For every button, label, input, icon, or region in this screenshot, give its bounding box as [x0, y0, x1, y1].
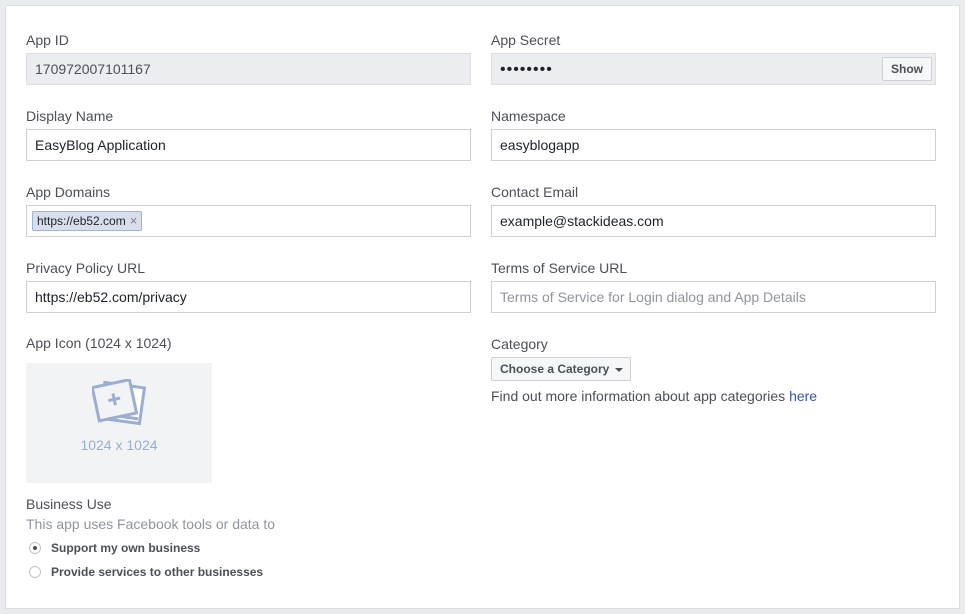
- app-secret-value: ••••••••: [500, 61, 553, 78]
- contact-email-value: example@stackideas.com: [500, 213, 664, 229]
- privacy-policy-input[interactable]: https://eb52.com/privacy: [26, 281, 471, 313]
- privacy-policy-label: Privacy Policy URL: [26, 260, 146, 276]
- radio-label: Provide services to other businesses: [51, 565, 264, 579]
- contact-email-label: Contact Email: [491, 184, 579, 200]
- namespace-input[interactable]: easyblogapp: [491, 129, 936, 161]
- business-use-description: This app uses Facebook tools or data to: [26, 516, 276, 532]
- app-domains-input[interactable]: https://eb52.com ×: [26, 205, 471, 237]
- business-use-label: Business Use: [26, 496, 112, 512]
- radio-option-own-business[interactable]: Support my own business: [29, 541, 200, 555]
- radio-selected-dot: [33, 546, 37, 550]
- app-icon-caption: 1024 x 1024: [80, 437, 158, 453]
- radio-label: Support my own business: [51, 541, 201, 555]
- remove-tag-icon[interactable]: ×: [130, 212, 138, 230]
- app-domains-label: App Domains: [26, 184, 111, 200]
- terms-of-service-input[interactable]: Terms of Service for Login dialog and Ap…: [491, 281, 936, 313]
- app-id-value: 170972007101167: [35, 61, 151, 77]
- category-info: Find out more information about app cate…: [491, 388, 817, 404]
- radio-button[interactable]: [29, 542, 41, 554]
- terms-of-service-placeholder: Terms of Service for Login dialog and Ap…: [500, 289, 806, 305]
- category-label: Category: [491, 336, 548, 352]
- namespace-label: Namespace: [491, 108, 566, 124]
- app-id-field: 170972007101167: [26, 53, 471, 85]
- category-info-text: Find out more information about app cate…: [491, 388, 790, 404]
- display-name-value: EasyBlog Application: [35, 137, 166, 153]
- category-info-link[interactable]: here: [789, 388, 817, 404]
- display-name-label: Display Name: [26, 108, 114, 124]
- display-name-input[interactable]: EasyBlog Application: [26, 129, 471, 161]
- app-icon-label: App Icon (1024 x 1024): [26, 335, 172, 351]
- app-icon-upload[interactable]: 1024 x 1024: [26, 363, 212, 483]
- terms-of-service-label: Terms of Service URL: [491, 260, 628, 276]
- image-upload-icon: [92, 379, 147, 426]
- category-select-label: Choose a Category: [500, 362, 610, 376]
- app-secret-field: ••••••••: [491, 53, 936, 85]
- category-select[interactable]: Choose a Category: [491, 357, 631, 381]
- contact-email-input[interactable]: example@stackideas.com: [491, 205, 936, 237]
- app-id-label: App ID: [26, 32, 69, 48]
- radio-button[interactable]: [29, 566, 41, 578]
- chevron-down-icon: [615, 367, 624, 372]
- namespace-value: easyblogapp: [500, 137, 580, 153]
- radio-option-other-businesses[interactable]: Provide services to other businesses: [29, 565, 263, 579]
- domain-tag-label: https://eb52.com: [37, 214, 126, 228]
- domain-tag: https://eb52.com ×: [32, 211, 143, 231]
- app-secret-label: App Secret: [491, 32, 561, 48]
- show-secret-button[interactable]: Show: [882, 57, 932, 81]
- privacy-policy-value: https://eb52.com/privacy: [35, 289, 187, 305]
